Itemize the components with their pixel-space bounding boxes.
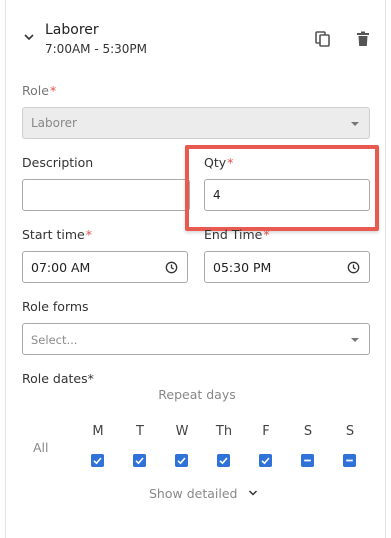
copy-icon[interactable] — [314, 30, 332, 48]
all-days-label: All — [33, 440, 49, 455]
day-checkbox-wed[interactable] — [175, 454, 188, 467]
day-header-fri: F — [262, 424, 270, 439]
day-checkbox-sun[interactable] — [343, 454, 356, 467]
clock-icon[interactable] — [347, 261, 360, 274]
clock-icon[interactable] — [165, 261, 178, 274]
description-label: Description — [22, 155, 94, 170]
role-forms-placeholder: Select... — [31, 333, 78, 347]
show-detailed-label: Show detailed — [149, 485, 238, 501]
role-label: Role* — [22, 83, 57, 98]
day-checkbox-sat[interactable] — [301, 454, 314, 467]
day-checkbox-thu[interactable] — [217, 454, 230, 467]
caret-down-icon — [351, 338, 359, 342]
role-select: Laborer — [22, 107, 370, 139]
day-header-thu: Th — [215, 424, 233, 439]
end-time-input[interactable]: 05:30 PM — [204, 251, 370, 283]
role-forms-label: Role forms — [22, 299, 89, 314]
end-time-value: 05:30 PM — [213, 260, 272, 275]
day-checkbox-fri[interactable] — [259, 454, 272, 467]
day-header-sat: S — [303, 424, 313, 439]
day-header-mon: M — [92, 424, 104, 439]
description-input[interactable] — [22, 179, 190, 211]
day-header-sun: S — [345, 424, 355, 439]
day-checkbox-tue[interactable] — [133, 454, 146, 467]
qty-highlight-box — [185, 145, 379, 231]
chevron-down-icon — [249, 490, 258, 496]
chevron-down-icon[interactable] — [22, 30, 36, 44]
repeat-days-label: Repeat days — [158, 387, 236, 402]
role-dates-label: Role dates* — [22, 371, 94, 386]
day-checkbox-mon[interactable] — [91, 454, 104, 467]
role-card-title: Laborer — [45, 22, 99, 38]
caret-down-icon — [351, 122, 359, 126]
start-time-input[interactable]: 07:00 AM — [22, 251, 188, 283]
role-select-value: Laborer — [31, 116, 77, 130]
role-card-time-range: 7:00AM - 5:30PM — [45, 42, 148, 56]
day-header-wed: W — [175, 424, 189, 439]
start-time-value: 07:00 AM — [31, 260, 91, 275]
role-forms-select[interactable]: Select... — [22, 323, 370, 355]
day-header-tue: T — [136, 424, 144, 439]
start-time-label: Start time* — [22, 227, 93, 242]
trash-icon[interactable] — [354, 30, 372, 48]
show-detailed-toggle[interactable]: Show detailed — [149, 485, 259, 501]
end-time-label: End Time* — [204, 227, 270, 242]
